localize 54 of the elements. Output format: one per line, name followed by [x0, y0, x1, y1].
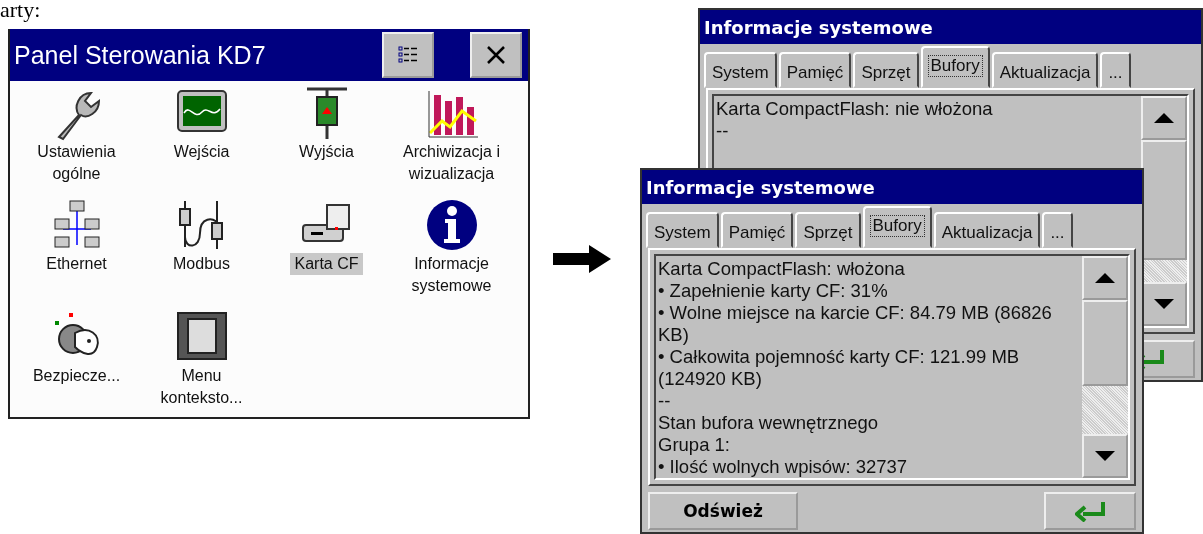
tab[interactable]: Pamięć: [720, 212, 794, 248]
item-label[interactable]: Informacje systemowe: [389, 253, 514, 297]
window-title: Informacje systemowe: [704, 16, 933, 38]
item-label[interactable]: Karta CF: [290, 253, 363, 275]
info-line: Grupa 1:: [658, 434, 731, 456]
info-line: • Zapełnienie karty CF: 31%: [658, 280, 889, 302]
tab[interactable]: Aktualizacja: [933, 212, 1041, 248]
tab[interactable]: Sprzęt: [795, 212, 861, 248]
up-triangle-icon: [1154, 113, 1174, 123]
scrollbar-thumb[interactable]: [1082, 300, 1128, 386]
down-triangle-icon: [1154, 299, 1174, 309]
tab[interactable]: System: [704, 52, 777, 88]
close-button[interactable]: [470, 32, 522, 78]
close-icon: [485, 44, 507, 66]
item-label[interactable]: Ustawienia ogólne: [14, 141, 139, 185]
item-label[interactable]: Modbus: [169, 253, 234, 275]
down-triangle-icon: [1095, 451, 1115, 461]
tab[interactable]: System: [646, 212, 719, 248]
info-line: Karta CompactFlash: nie włożona: [716, 98, 994, 120]
info-line: --: [716, 120, 730, 142]
tab[interactable]: Bufory: [920, 46, 990, 88]
scroll-up-button[interactable]: [1082, 256, 1128, 300]
window-title: Panel Sterowania KD7: [14, 40, 267, 70]
up-triangle-icon: [1095, 273, 1115, 283]
info-line: --: [658, 390, 672, 412]
info-line: • Wolne miejsce na karcie CF: 84.79 MB (86826 KB): [658, 302, 1053, 346]
item-label[interactable]: Archiwizacja i wizualizacja: [389, 141, 514, 185]
item-label[interactable]: Menu konteksto...: [139, 365, 264, 409]
tab[interactable]: ...: [1100, 52, 1131, 88]
tab[interactable]: Sprzęt: [853, 52, 919, 88]
item-label[interactable]: Ethernet: [42, 253, 111, 275]
tab[interactable]: Bufory: [862, 206, 932, 248]
info-line: Karta CompactFlash: włożona: [658, 258, 906, 280]
refresh-button[interactable]: Odśwież: [648, 492, 798, 530]
scroll-up-button[interactable]: [1141, 96, 1187, 140]
info-line: Stan bufora wewnętrznego: [658, 412, 880, 434]
scroll-down-button[interactable]: [1141, 282, 1187, 326]
scrollbar-thumb[interactable]: [1141, 140, 1187, 260]
info-line: • Ilość wolnych wpisów: 32737: [658, 456, 909, 478]
item-label[interactable]: Wyjścia: [295, 141, 358, 163]
right-arrow-icon: [553, 245, 611, 273]
tab[interactable]: ...: [1042, 212, 1073, 248]
document-text: arty:: [0, 0, 41, 22]
enter-arrow-icon: [1075, 500, 1105, 522]
tab[interactable]: Pamięć: [778, 52, 852, 88]
view-button[interactable]: [382, 32, 434, 78]
scrollbar-track[interactable]: [1141, 260, 1187, 282]
tab[interactable]: Aktualizacja: [991, 52, 1099, 88]
list-icon: [397, 44, 419, 66]
item-label[interactable]: Wejścia: [169, 141, 234, 163]
info-line: • Całkowita pojemność karty CF: 121.99 MB (124920 KB): [658, 346, 1021, 390]
scroll-down-button[interactable]: [1082, 434, 1128, 478]
window-title: Informacje systemowe: [646, 176, 875, 198]
item-label[interactable]: Bezpiecze...: [28, 365, 125, 387]
